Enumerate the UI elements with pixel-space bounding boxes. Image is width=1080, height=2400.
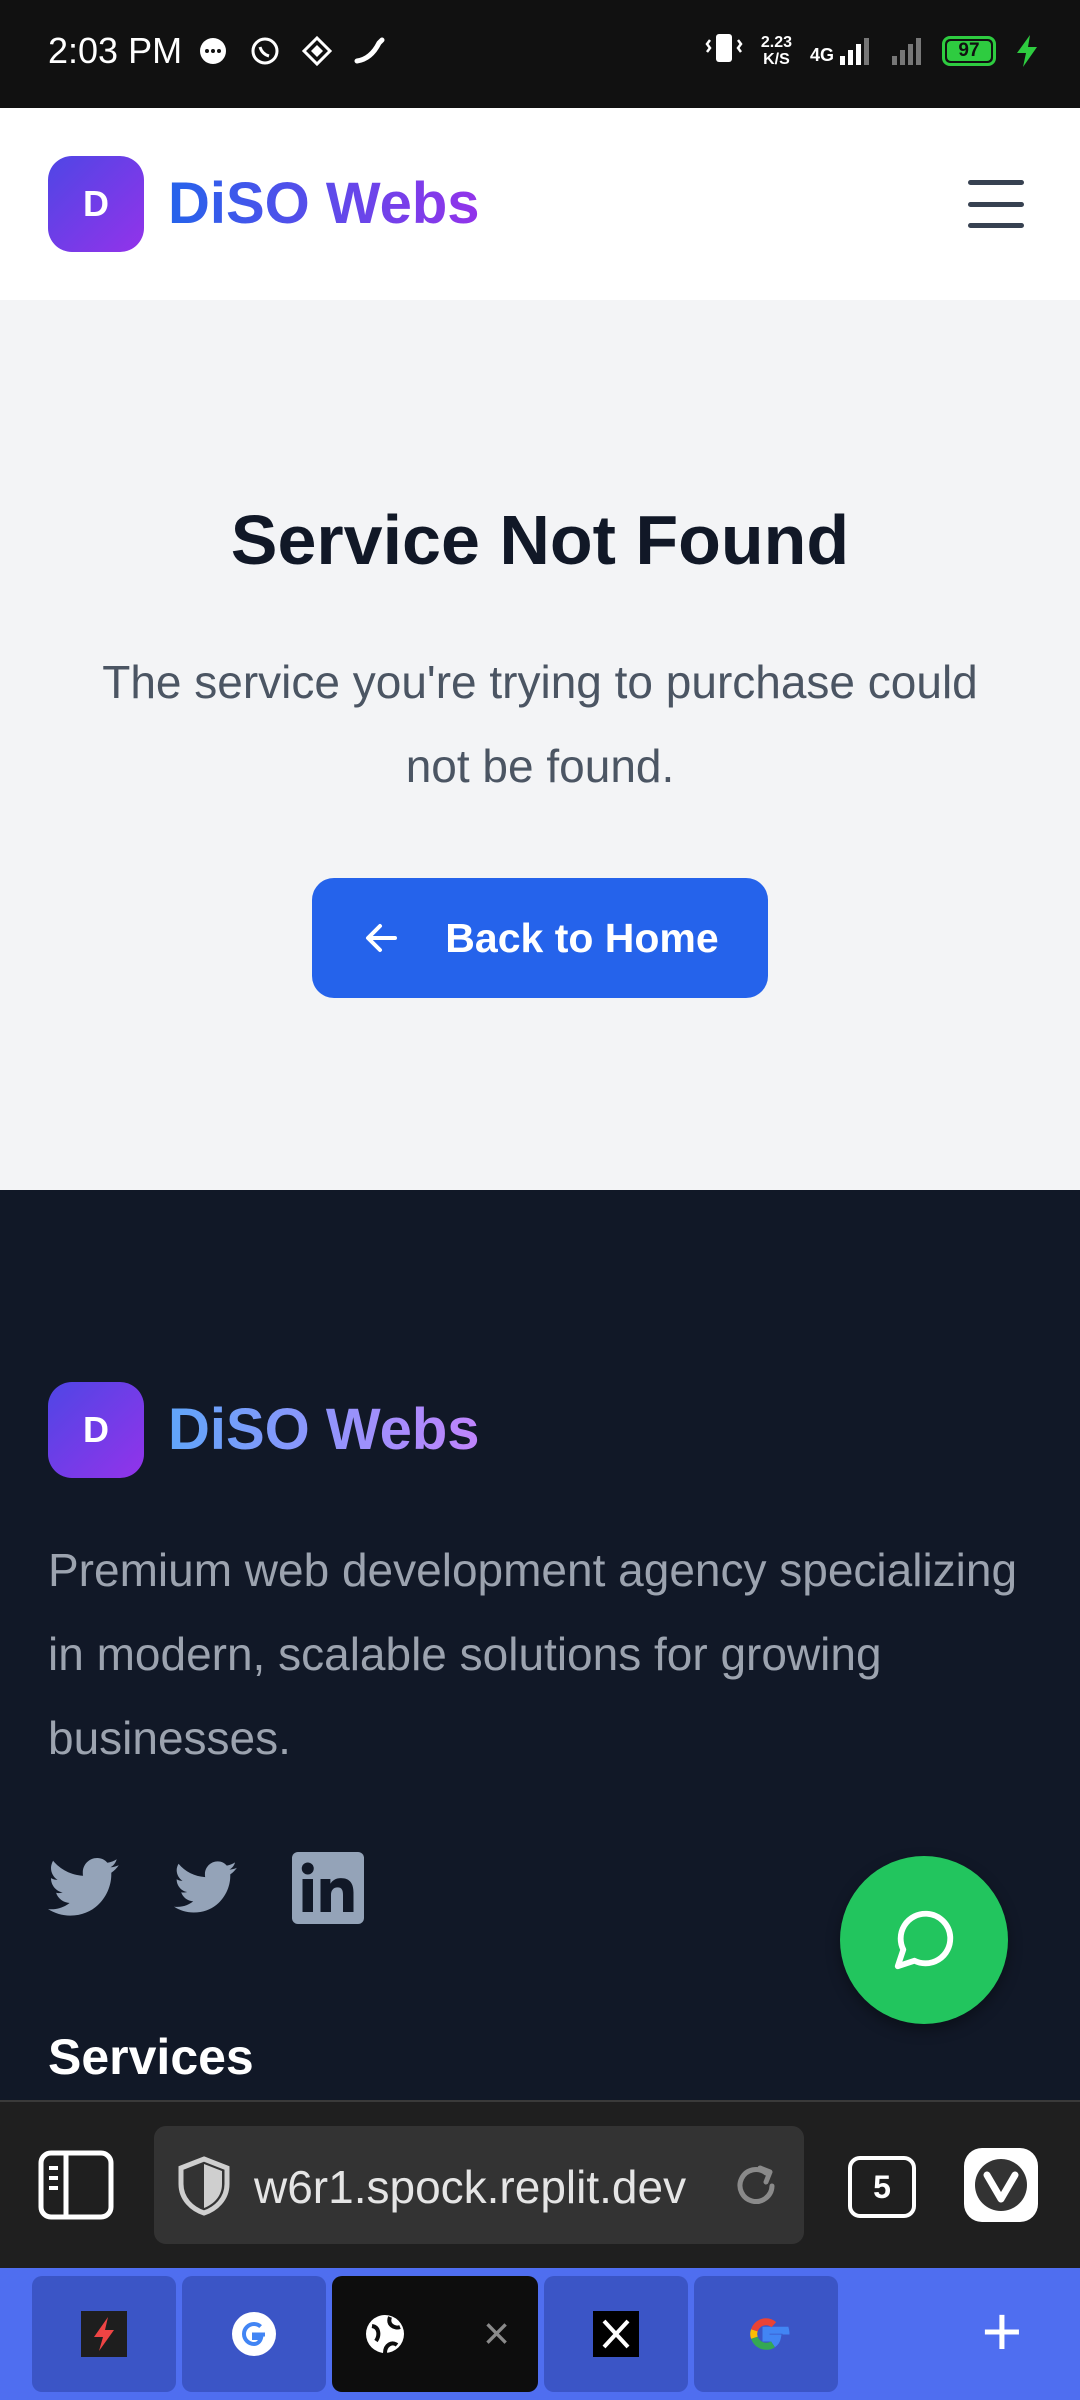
- reload-icon[interactable]: [730, 2160, 782, 2212]
- page-description: The service you're trying to purchase co…: [102, 656, 978, 792]
- not-found-section: Service Not Found The service you're try…: [0, 300, 1080, 1190]
- charging-icon: [1017, 34, 1037, 67]
- globe-icon: [366, 2315, 404, 2354]
- chat-bubble-icon: [894, 1910, 954, 1970]
- back-to-home-button[interactable]: Back to Home: [312, 878, 768, 998]
- sidebar-panel-icon: [38, 2150, 114, 2220]
- tab-5[interactable]: [694, 2276, 838, 2392]
- tab-1[interactable]: [32, 2276, 176, 2392]
- tab-4[interactable]: [544, 2276, 688, 2392]
- footer-description: Premium web development agency specializ…: [48, 1544, 1018, 1764]
- vivaldi-menu-icon[interactable]: [964, 2148, 1038, 2222]
- social-links: [48, 1852, 364, 1924]
- shield-icon[interactable]: [176, 2156, 232, 2216]
- vibrate-icon: [705, 30, 743, 71]
- footer-brand-name[interactable]: DiSO Webs: [168, 1396, 480, 1463]
- url-text[interactable]: w6r1.spock.replit.dev: [254, 2160, 734, 2214]
- panel-toggle-button[interactable]: [38, 2150, 114, 2220]
- close-tab-icon[interactable]: ×: [483, 2306, 510, 2360]
- signal-4g: 4G: [810, 36, 872, 66]
- status-bar: 2:03 PM 2.23 K/S 4G 97: [0, 0, 1080, 108]
- chat-button[interactable]: [840, 1856, 1008, 2024]
- google-g-icon: [750, 2318, 790, 2350]
- arrow-left-icon: [366, 924, 398, 952]
- x-icon: [593, 2311, 639, 2357]
- network-speed: 2.23 K/S: [760, 33, 792, 68]
- twitter-icon[interactable]: [48, 1852, 120, 1924]
- linkedin-icon[interactable]: [292, 1852, 364, 1924]
- tab-count-button[interactable]: 5: [848, 2156, 916, 2218]
- status-right: 2.23 K/S 4G 97: [705, 30, 1040, 71]
- footer-logo-badge[interactable]: D: [48, 1382, 144, 1478]
- services-heading: Services: [48, 2029, 254, 2085]
- google-icon: [232, 2312, 276, 2356]
- battery-indicator: 97: [942, 35, 996, 66]
- notification-icons: [196, 34, 386, 68]
- pepper-icon: [352, 34, 386, 68]
- status-time: 2:03 PM: [48, 30, 183, 71]
- signal-bars-2-icon: [892, 37, 921, 65]
- logo-badge[interactable]: D: [48, 156, 144, 252]
- twitter-icon[interactable]: [170, 1852, 242, 1924]
- bolt-app-icon: [81, 2311, 127, 2357]
- address-bar[interactable]: w6r1.spock.replit.dev: [154, 2126, 804, 2244]
- tab-3-active[interactable]: ×: [332, 2276, 538, 2392]
- tab-strip: × +: [0, 2268, 1080, 2400]
- tab-2[interactable]: [182, 2276, 326, 2392]
- whatsapp-icon: [248, 34, 282, 68]
- new-tab-button[interactable]: +: [966, 2296, 1038, 2368]
- back-to-home-label: Back to Home: [445, 914, 719, 961]
- browser-toolbar: w6r1.spock.replit.dev 5: [0, 2100, 1080, 2268]
- menu-icon[interactable]: [968, 180, 1024, 228]
- message-icon: [196, 34, 230, 68]
- diamond-icon: [300, 34, 334, 68]
- brand-name[interactable]: DiSO Webs: [168, 170, 480, 237]
- site-header: D DiSO Webs: [0, 108, 1080, 300]
- page-title: Service Not Found: [230, 501, 850, 579]
- signal-bars-icon: [840, 37, 869, 65]
